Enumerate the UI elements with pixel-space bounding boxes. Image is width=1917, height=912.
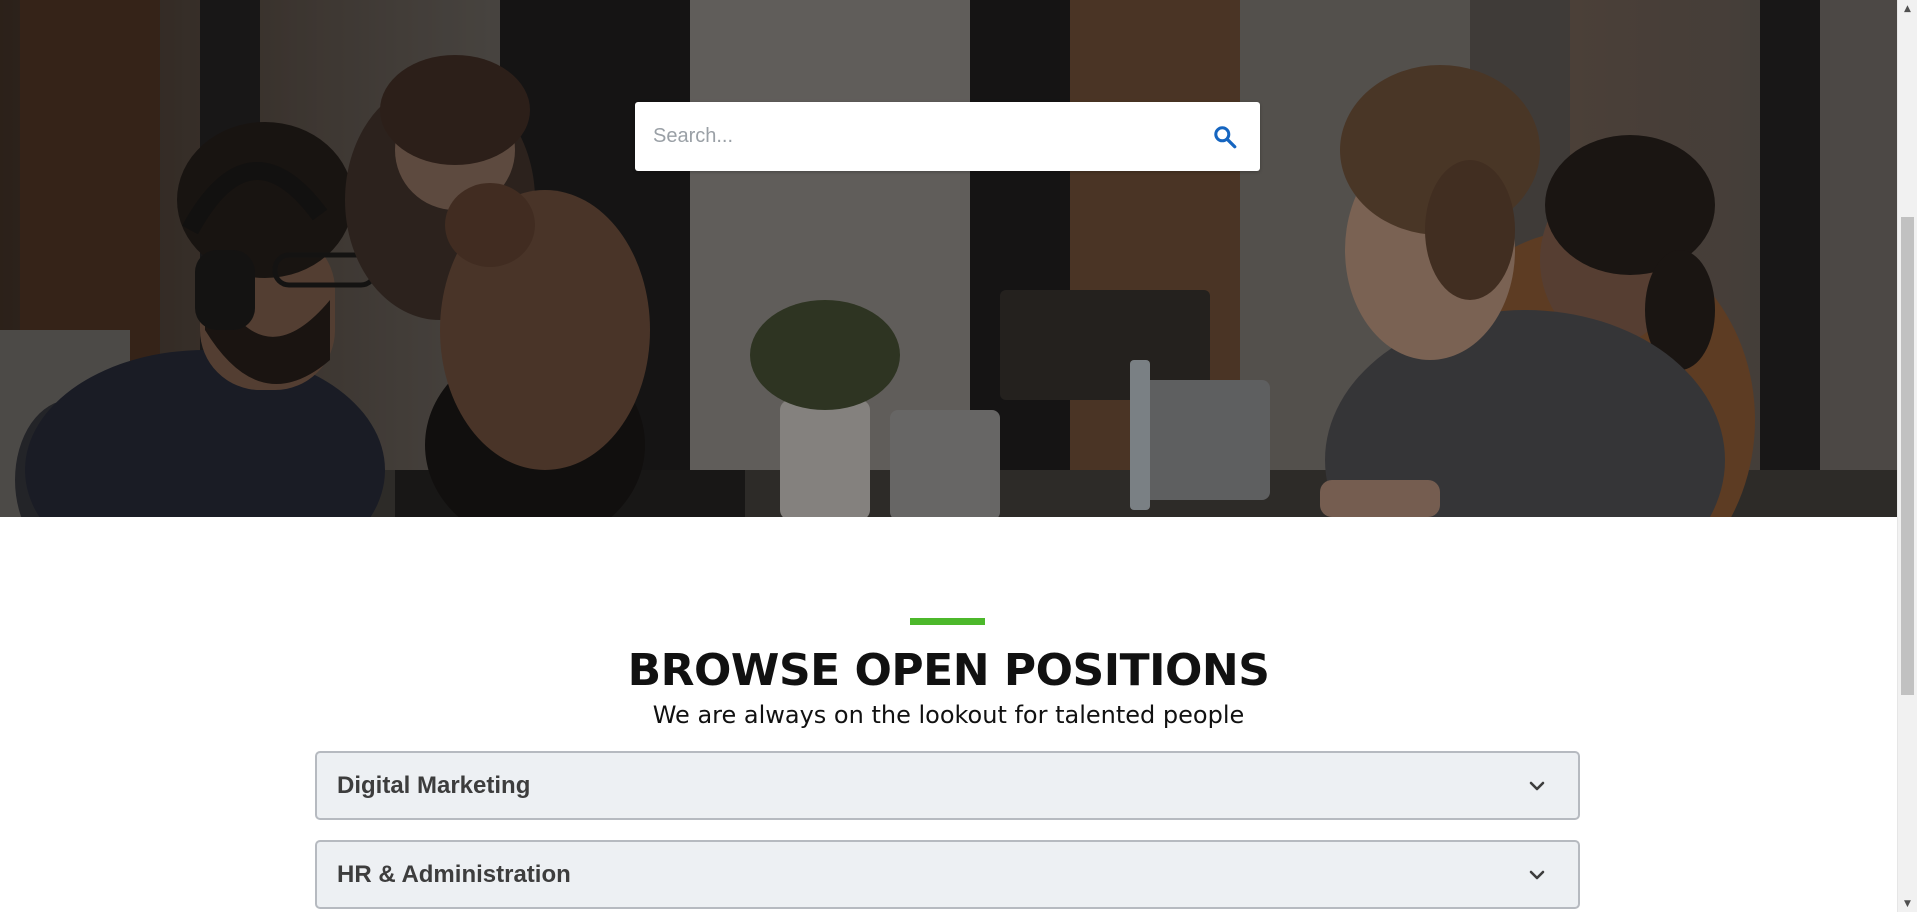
scrollbar-thumb[interactable] xyxy=(1901,217,1914,695)
search-input[interactable] xyxy=(635,102,1190,171)
hero-dark-overlay xyxy=(0,0,1897,517)
accordion-item-hr-administration[interactable]: HR & Administration xyxy=(315,840,1580,909)
accordion-item-digital-marketing[interactable]: Digital Marketing xyxy=(315,751,1580,820)
vertical-scrollbar[interactable]: ▲ ▼ xyxy=(1897,0,1917,912)
hero-banner xyxy=(0,0,1897,517)
page: BROWSE OPEN POSITIONS We are always on t… xyxy=(0,0,1917,912)
section-subtitle: We are always on the lookout for talente… xyxy=(652,701,1245,729)
accordion-item-label: HR & Administration xyxy=(337,860,571,888)
section-title: BROWSE OPEN POSITIONS xyxy=(627,645,1270,696)
search-bar xyxy=(635,102,1260,171)
page-viewport: BROWSE OPEN POSITIONS We are always on t… xyxy=(0,0,1897,912)
scroll-up-arrow[interactable]: ▲ xyxy=(1898,0,1917,17)
chevron-down-icon xyxy=(1528,780,1546,792)
scroll-down-arrow[interactable]: ▼ xyxy=(1898,895,1917,912)
accordion-item-label: Digital Marketing xyxy=(337,771,531,799)
chevron-down-icon xyxy=(1528,869,1546,881)
search-button[interactable] xyxy=(1190,102,1260,171)
search-icon xyxy=(1214,125,1237,148)
section-accent-bar xyxy=(910,618,985,625)
